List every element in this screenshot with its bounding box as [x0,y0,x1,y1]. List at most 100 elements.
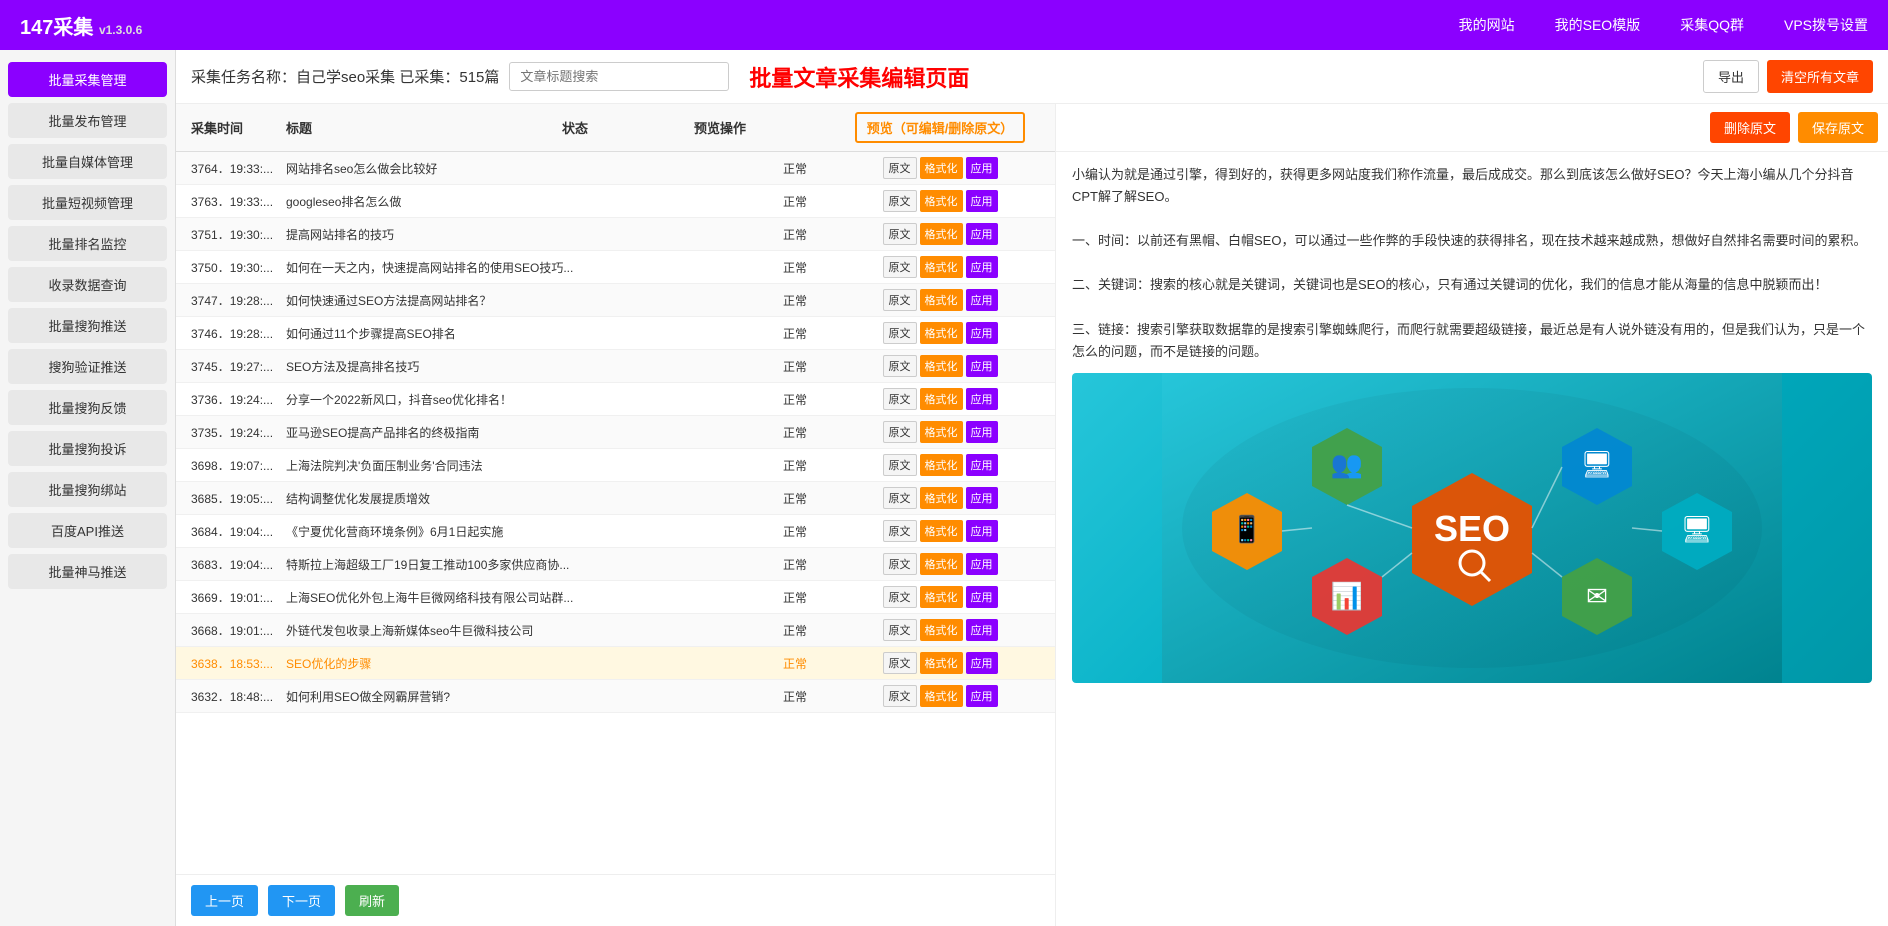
btn-apply[interactable]: 应用 [966,388,998,410]
table-row: 3751．19:30:... 提高网站排名的技巧 正常 原文 格式化 应用 [176,218,1055,251]
btn-original[interactable]: 原文 [883,619,917,641]
btn-original[interactable]: 原文 [883,421,917,443]
btn-format[interactable]: 格式化 [920,619,963,641]
col-header-status: 状态 [540,118,610,137]
sidebar-item-sogou-feedback[interactable]: 批量搜狗反馈 [8,390,167,425]
sidebar-item-bulk-sogou-push[interactable]: 批量搜狗推送 [8,308,167,343]
btn-apply[interactable]: 应用 [966,520,998,542]
btn-original[interactable]: 原文 [883,223,917,245]
btn-apply[interactable]: 应用 [966,553,998,575]
col-header-action: 预览操作 [610,118,830,137]
sidebar-item-sogou-bind[interactable]: 批量搜狗绑站 [8,472,167,507]
sidebar-item-bulk-media[interactable]: 批量自媒体管理 [8,144,167,179]
task-name: 采集任务名称：自己学seo采集 已采集：515篇 [191,66,499,87]
btn-apply[interactable]: 应用 [966,421,998,443]
table-header: 采集时间 标题 状态 预览操作 预览（可编辑/删除原文） [176,104,1055,152]
sidebar-item-index-query[interactable]: 收录数据查询 [8,267,167,302]
btn-original[interactable]: 原文 [883,157,917,179]
btn-apply[interactable]: 应用 [966,223,998,245]
export-button[interactable]: 导出 [1703,60,1759,93]
preview-paragraph-3: 二、关键词：搜索的核心就是关键词，关键词也是SEO的核心，只有通过关键词的优化，… [1072,274,1872,296]
nav-my-website[interactable]: 我的网站 [1459,15,1515,35]
page-heading: 批量文章采集编辑页面 [749,61,969,93]
btn-format[interactable]: 格式化 [920,685,963,707]
search-input[interactable] [509,62,729,91]
btn-format[interactable]: 格式化 [920,388,963,410]
table-row: 3669．19:01:... 上海SEO优化外包上海牛巨微网络科技有限公司站群.… [176,581,1055,614]
btn-original[interactable]: 原文 [883,652,917,674]
article-table: 采集时间 标题 状态 预览操作 预览（可编辑/删除原文） 3764．19:33:… [176,104,1056,926]
topbar-right: 导出 清空所有文章 [1703,60,1873,93]
table-row: 3684．19:04:... 《宁夏优化营商环境条例》6月1日起实施 正常 原文… [176,515,1055,548]
preview-paragraph-2: 一、时间：以前还有黑帽、白帽SEO，可以通过一些作弊的手段快速的获得排名，现在技… [1072,230,1872,252]
btn-original[interactable]: 原文 [883,190,917,212]
btn-original[interactable]: 原文 [883,685,917,707]
btn-apply[interactable]: 应用 [966,487,998,509]
btn-format[interactable]: 格式化 [920,652,963,674]
btn-format[interactable]: 格式化 [920,421,963,443]
nav-vps-settings[interactable]: VPS拨号设置 [1784,15,1868,35]
btn-original[interactable]: 原文 [883,289,917,311]
btn-original[interactable]: 原文 [883,454,917,476]
table-row: 3746．19:28:... 如何通过11个步骤提高SEO排名 正常 原文 格式… [176,317,1055,350]
delete-original-button[interactable]: 删除原文 [1710,112,1790,143]
btn-format[interactable]: 格式化 [920,520,963,542]
table-row: 3698．19:07:... 上海法院判决'负面压制业务'合同违法 正常 原文 … [176,449,1055,482]
sidebar-item-baidu-api[interactable]: 百度API推送 [8,513,167,548]
btn-original[interactable]: 原文 [883,553,917,575]
btn-format[interactable]: 格式化 [920,223,963,245]
btn-original[interactable]: 原文 [883,388,917,410]
btn-apply[interactable]: 应用 [966,355,998,377]
btn-apply[interactable]: 应用 [966,619,998,641]
preview-content: 小编认为就是通过引擎，得到好的，获得更多网站度我们称作流量，最后成成交。那么到底… [1056,152,1888,926]
btn-original[interactable]: 原文 [883,256,917,278]
sidebar-item-bulk-publish[interactable]: 批量发布管理 [8,103,167,138]
next-page-button[interactable]: 下一页 [268,885,335,916]
btn-format[interactable]: 格式化 [920,586,963,608]
btn-original[interactable]: 原文 [883,322,917,344]
btn-format[interactable]: 格式化 [920,289,963,311]
sidebar-item-sogou-complain[interactable]: 批量搜狗投诉 [8,431,167,466]
btn-original[interactable]: 原文 [883,586,917,608]
btn-apply[interactable]: 应用 [966,454,998,476]
preview-paragraph-1: 小编认为就是通过引擎，得到好的，获得更多网站度我们称作流量，最后成成交。那么到底… [1072,164,1872,208]
btn-format[interactable]: 格式化 [920,487,963,509]
btn-format[interactable]: 格式化 [920,190,963,212]
sidebar-item-bulk-collect[interactable]: 批量采集管理 [8,62,167,97]
btn-original[interactable]: 原文 [883,520,917,542]
btn-format[interactable]: 格式化 [920,454,963,476]
btn-format[interactable]: 格式化 [920,157,963,179]
sidebar: 批量采集管理 批量发布管理 批量自媒体管理 批量短视频管理 批量排名监控 收录数… [0,50,176,926]
btn-format[interactable]: 格式化 [920,322,963,344]
btn-original[interactable]: 原文 [883,355,917,377]
btn-apply[interactable]: 应用 [966,190,998,212]
clear-all-button[interactable]: 清空所有文章 [1767,60,1873,93]
sidebar-item-sogou-verify[interactable]: 搜狗验证推送 [8,349,167,384]
btn-apply[interactable]: 应用 [966,157,998,179]
btn-format[interactable]: 格式化 [920,553,963,575]
nav-seo-template[interactable]: 我的SEO模版 [1555,15,1641,35]
svg-text:🖥: 🖥 [1680,514,1713,544]
btn-apply[interactable]: 应用 [966,652,998,674]
btn-apply[interactable]: 应用 [966,322,998,344]
btn-apply[interactable]: 应用 [966,289,998,311]
save-original-button[interactable]: 保存原文 [1798,112,1878,143]
nav-qq-group[interactable]: 采集QQ群 [1680,15,1744,35]
sidebar-item-bulk-video[interactable]: 批量短视频管理 [8,185,167,220]
sidebar-item-bulk-rank[interactable]: 批量排名监控 [8,226,167,261]
table-row: 3685．19:05:... 结构调整优化发展提质增效 正常 原文 格式化 应用 [176,482,1055,515]
refresh-button[interactable]: 刷新 [345,885,399,916]
svg-text:📱: 📱 [1231,514,1263,544]
svg-text:📊: 📊 [1331,581,1363,611]
btn-apply[interactable]: 应用 [966,586,998,608]
preview-header-label: 预览（可编辑/删除原文） [855,112,1026,143]
prev-page-button[interactable]: 上一页 [191,885,258,916]
sidebar-item-shenma-push[interactable]: 批量神马推送 [8,554,167,589]
btn-original[interactable]: 原文 [883,487,917,509]
layout: 批量采集管理 批量发布管理 批量自媒体管理 批量短视频管理 批量排名监控 收录数… [0,50,1888,926]
table-row: 3668．19:01:... 外链代发包收录上海新媒体seo牛巨微科技公司 正常… [176,614,1055,647]
btn-apply[interactable]: 应用 [966,256,998,278]
btn-format[interactable]: 格式化 [920,256,963,278]
btn-apply[interactable]: 应用 [966,685,998,707]
btn-format[interactable]: 格式化 [920,355,963,377]
